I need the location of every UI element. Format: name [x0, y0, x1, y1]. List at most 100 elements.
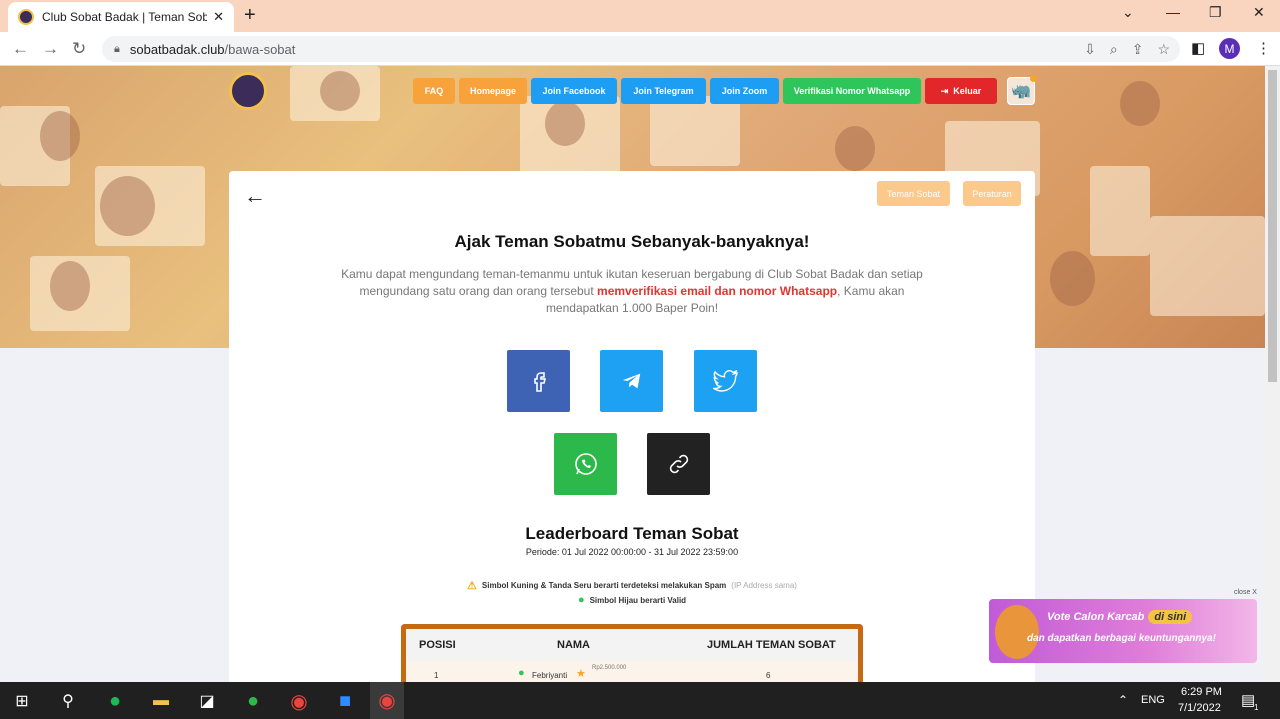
- nav-join-zoom[interactable]: Join Zoom: [710, 78, 779, 104]
- ad-line2: dan dapatkan berbagai keuntungannya!: [1027, 633, 1216, 644]
- row-name: Febriyanti: [532, 671, 568, 680]
- toolbar: ← → ↻ 🔒︎ sobatbadak.club/bawa-sobat ⇩ ⌕ …: [0, 32, 1280, 66]
- page-scrollbar[interactable]: [1265, 66, 1280, 682]
- scrollbar-thumb[interactable]: [1268, 70, 1277, 382]
- browser-tab[interactable]: Club Sobat Badak | Teman Sobat ✕: [8, 2, 234, 32]
- tab-search-icon[interactable]: ⌄: [1122, 4, 1134, 21]
- minimize-icon[interactable]: —: [1166, 4, 1180, 20]
- row-position: 1: [434, 671, 439, 680]
- search-icon[interactable]: ⚲: [55, 688, 81, 714]
- tab-close-icon[interactable]: ✕: [213, 9, 224, 25]
- side-panel-icon[interactable]: ◧: [1191, 39, 1205, 57]
- col-posisi: POSISI: [419, 639, 456, 651]
- telegram-icon: [622, 373, 640, 389]
- nav-join-telegram[interactable]: Join Telegram: [621, 78, 706, 104]
- tray-chevron-icon[interactable]: ⌃: [1118, 693, 1128, 707]
- col-jumlah: JUMLAH TEMAN SOBAT: [707, 639, 836, 651]
- nav-homepage[interactable]: Homepage: [459, 78, 527, 104]
- chrome-icon[interactable]: ◉: [286, 688, 312, 714]
- back-icon[interactable]: ←: [12, 39, 29, 59]
- note-valid: ● Simbol Hijau berarti Valid: [229, 594, 1035, 606]
- page-viewport: FAQ Homepage Join Facebook Join Telegram…: [0, 66, 1265, 682]
- teman-sobat-button[interactable]: Teman Sobat: [877, 181, 950, 206]
- nav-join-facebook[interactable]: Join Facebook: [531, 78, 617, 104]
- share-icon[interactable]: ⇪: [1132, 41, 1144, 58]
- menu-kebab-icon[interactable]: ⋮: [1256, 39, 1271, 57]
- mascot-icon: [995, 605, 1039, 659]
- zoom-app-icon[interactable]: ■: [332, 688, 358, 714]
- url-path: /bawa-sobat: [224, 41, 296, 57]
- notification-count: 1: [1254, 703, 1259, 712]
- desc-highlight: memverifikasi email dan nomor Whatsapp: [597, 284, 838, 298]
- leaderboard-title: Leaderboard Teman Sobat: [525, 524, 739, 543]
- zoom-icon[interactable]: ⌕: [1110, 41, 1118, 58]
- notification-dot: [1030, 75, 1037, 82]
- profile-avatar[interactable]: M: [1219, 38, 1240, 59]
- logout-label: Keluar: [953, 86, 982, 96]
- note-valid-text: Simbol Hijau berarti Valid: [589, 595, 687, 605]
- note-spam-muted: (IP Address sama): [731, 581, 797, 590]
- row-count: 6: [766, 671, 771, 680]
- nav-logout[interactable]: ⇥ Keluar: [925, 78, 997, 104]
- row-badge: Rp2.500.000: [592, 665, 627, 671]
- copy-link-button[interactable]: [647, 433, 710, 495]
- spotify-icon[interactable]: ●: [102, 688, 128, 714]
- note-spam: ⚠ Simbol Kuning & Tanda Seru berarti ter…: [229, 579, 1035, 592]
- ad-line1-text: Vote Calon Karcab: [1047, 611, 1145, 623]
- nav-verify-whatsapp[interactable]: Verifikasi Nomor Whatsapp: [783, 78, 921, 104]
- page-title: Ajak Teman Sobatmu Sebanyak-banyaknya!: [454, 232, 810, 251]
- sticky-notes-icon[interactable]: ◪: [194, 688, 220, 714]
- warning-icon: ⚠: [467, 580, 477, 592]
- share-whatsapp-button[interactable]: [554, 433, 617, 495]
- site-logo[interactable]: [229, 72, 267, 110]
- taskbar: ⊞ ⚲ ● ▬ ◪ ● ◉ ■ ◉ ⌃ ENG 6:29 PM 7/1/2022…: [0, 682, 1280, 719]
- share-facebook-button[interactable]: [507, 350, 570, 412]
- link-icon: [669, 454, 688, 474]
- windows-start-icon[interactable]: ⊞: [9, 688, 35, 714]
- clock-date[interactable]: 7/1/2022: [1178, 702, 1221, 714]
- share-telegram-button[interactable]: [600, 350, 663, 412]
- user-avatar[interactable]: 🦏: [1007, 75, 1037, 105]
- site-favicon-icon: [18, 9, 34, 25]
- col-nama: NAMA: [557, 639, 590, 651]
- note-spam-text: Simbol Kuning & Tanda Seru berarti terde…: [481, 581, 727, 590]
- file-explorer-icon[interactable]: ▬: [148, 688, 174, 714]
- lock-icon[interactable]: 🔒︎: [114, 43, 120, 56]
- ad-pill: di sini: [1148, 610, 1193, 624]
- whatsapp-icon: [574, 453, 597, 475]
- table-row: 1 ● Febriyanti ★ Rp2.500.000 6: [406, 661, 858, 682]
- nav-faq[interactable]: FAQ: [413, 78, 455, 104]
- check-circle-icon: ●: [577, 594, 585, 606]
- restore-icon[interactable]: ❐: [1209, 4, 1222, 21]
- clock-time[interactable]: 6:29 PM: [1181, 686, 1222, 698]
- invite-description: Kamu dapat mengundang teman-temanmu untu…: [329, 266, 935, 317]
- forward-icon[interactable]: →: [42, 39, 59, 59]
- tab-title: Club Sobat Badak | Teman Sobat: [42, 10, 208, 24]
- new-tab-icon[interactable]: +: [244, 4, 256, 27]
- bookmark-star-icon[interactable]: ☆: [1157, 41, 1170, 58]
- table-header: POSISI NAMA JUMLAH TEMAN SOBAT: [406, 629, 858, 661]
- user-avatar-icon: 🦏: [1011, 83, 1031, 100]
- logout-icon: ⇥: [940, 85, 949, 96]
- twitter-icon: [712, 370, 738, 392]
- url-host: sobatbadak.club: [129, 41, 225, 57]
- tab-strip: Club Sobat Badak | Teman Sobat ✕ + ⌄ — ❐…: [0, 0, 1280, 32]
- leaderboard-period: Periode: 01 Jul 2022 00:00:00 - 31 Jul 2…: [525, 547, 739, 557]
- ad-line1: Vote Calon Karcab di sini: [1047, 610, 1193, 624]
- whatsapp-app-icon[interactable]: ●: [240, 688, 266, 714]
- address-bar[interactable]: 🔒︎ sobatbadak.club/bawa-sobat ⇩ ⌕ ⇪ ☆: [102, 36, 1180, 62]
- reload-icon[interactable]: ↻: [72, 39, 86, 59]
- install-icon[interactable]: ⇩: [1084, 41, 1096, 58]
- back-arrow-icon[interactable]: ←: [244, 183, 266, 209]
- star-icon: ★: [576, 668, 586, 680]
- facebook-icon: [533, 372, 546, 392]
- vote-banner-ad[interactable]: Vote Calon Karcab di sini dan dapatkan be…: [989, 599, 1257, 663]
- share-twitter-button[interactable]: [694, 350, 757, 412]
- window-close-icon[interactable]: ✕: [1253, 4, 1265, 21]
- language-indicator[interactable]: ENG: [1141, 694, 1165, 706]
- close-ad-button[interactable]: close X: [1234, 589, 1257, 596]
- valid-check-icon: ●: [518, 667, 525, 679]
- invite-card: ← Teman Sobat Peraturan Ajak Teman Sobat…: [229, 171, 1035, 682]
- chrome-active-icon[interactable]: ◉: [370, 682, 404, 719]
- peraturan-button[interactable]: Peraturan: [963, 181, 1021, 206]
